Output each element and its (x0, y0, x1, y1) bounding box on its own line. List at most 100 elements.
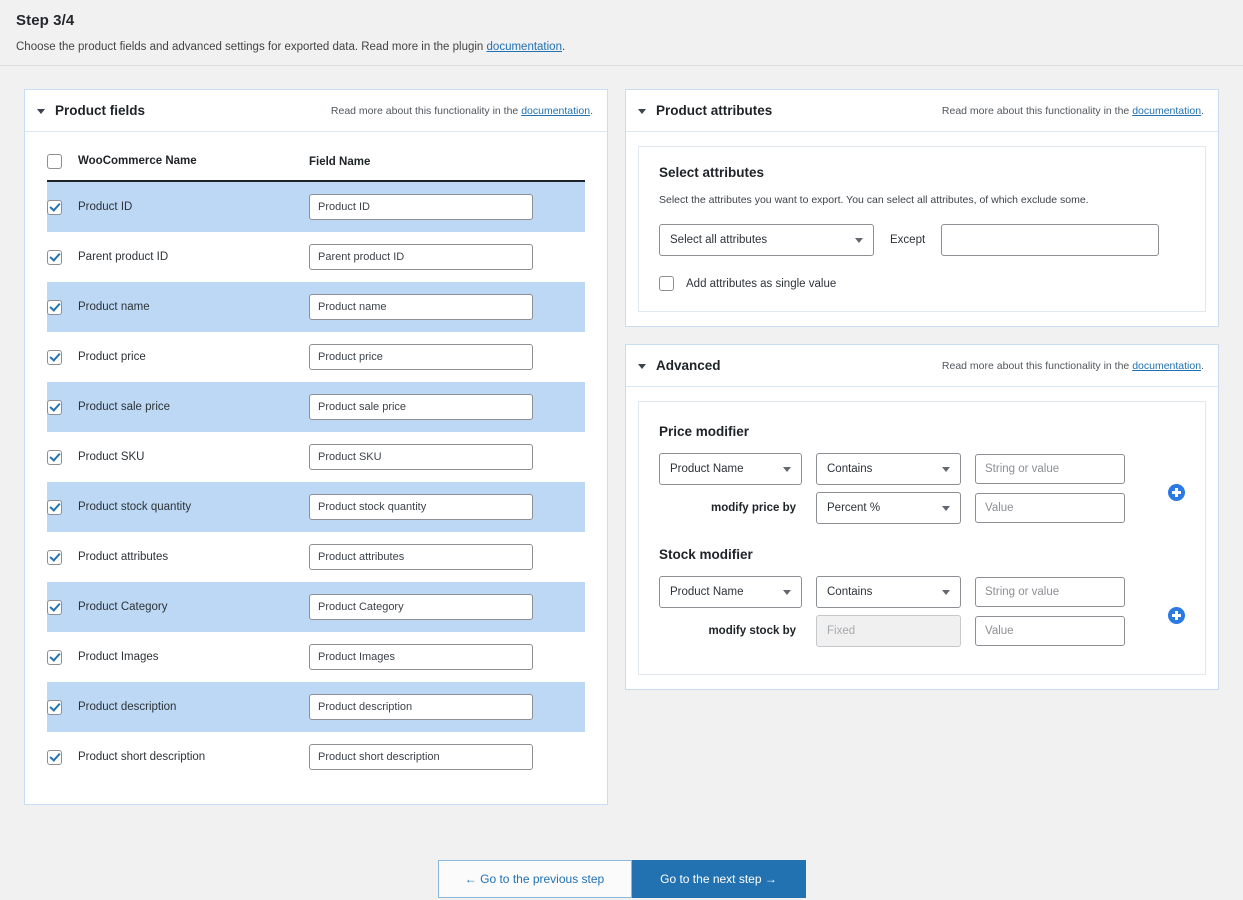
product-fields-body: WooCommerce Name Field Name Product ID Pa… (25, 132, 607, 804)
row-input-cell (309, 344, 585, 370)
chevron-down-icon (783, 466, 791, 472)
attributes-select[interactable]: Select all attributes (659, 224, 874, 256)
main-columns: Product fields Read more about this func… (0, 66, 1243, 822)
field-name-input[interactable] (309, 294, 533, 320)
documentation-link[interactable]: documentation (487, 41, 562, 53)
advanced-panel: Advanced Read more about this functional… (625, 344, 1219, 690)
field-name-input[interactable] (309, 644, 533, 670)
price-operator-select[interactable]: Contains (816, 453, 961, 485)
product-attributes-body: Select attributes Select the attributes … (626, 146, 1218, 312)
chevron-down-icon[interactable] (37, 109, 45, 114)
field-checkbox[interactable] (47, 749, 62, 765)
field-checkbox[interactable] (47, 349, 62, 365)
fields-row-list: Product ID Parent product ID Product name P… (47, 182, 585, 782)
product-attributes-panel-header[interactable]: Product attributes Read more about this … (626, 90, 1218, 132)
field-checkbox[interactable] (47, 699, 62, 715)
field-checkbox[interactable] (47, 599, 62, 615)
table-row: Product name (47, 282, 585, 332)
price-amount-input[interactable] (975, 493, 1125, 523)
single-value-label: Add attributes as single value (686, 277, 837, 290)
next-step-button[interactable]: Go to the next step → (631, 860, 806, 898)
note-prefix: Read more about this functionality in th… (330, 104, 522, 117)
field-name-input[interactable] (309, 544, 533, 570)
price-unit-select[interactable]: Percent % (816, 492, 961, 524)
chevron-down-icon (942, 589, 950, 595)
row-input-cell (309, 494, 585, 520)
chevron-down-icon[interactable] (638, 109, 646, 114)
product-fields-panel-header[interactable]: Product fields Read more about this func… (25, 90, 607, 132)
stock-amount-input[interactable] (975, 616, 1125, 646)
stock-unit-select-value: Fixed (827, 625, 856, 637)
add-attributes-single-value-checkbox[interactable] (659, 276, 674, 291)
price-field-select[interactable]: Product Name (659, 453, 802, 485)
price-operator-select-value: Contains (827, 463, 873, 475)
field-label: Product price (78, 351, 146, 363)
table-row: Product Images (47, 632, 585, 682)
field-checkbox[interactable] (47, 299, 62, 315)
chevron-down-icon (855, 237, 863, 243)
field-label: Product Images (78, 651, 159, 663)
chevron-down-icon (942, 466, 950, 472)
select-attributes-row: Select all attributes Except (659, 224, 1185, 256)
row-name-cell: Product price (47, 349, 309, 365)
product-attributes-header-left: Product attributes (638, 103, 772, 118)
row-input-cell (309, 644, 585, 670)
field-name-input[interactable] (309, 344, 533, 370)
table-row: Product ID (47, 182, 585, 232)
stock-field-select[interactable]: Product Name (659, 576, 802, 608)
table-row: Product description (47, 682, 585, 732)
previous-step-button[interactable]: ← Go to the previous step (437, 860, 632, 898)
select-all-checkbox[interactable] (47, 153, 62, 169)
row-name-cell: Product attributes (47, 549, 309, 565)
table-row: Parent product ID (47, 232, 585, 282)
stock-modifier-block: Product Name Contains modify s (659, 576, 1185, 654)
field-label: Product ID (78, 201, 133, 213)
documentation-link[interactable]: documentation (521, 105, 590, 117)
header-col-woocommerce: WooCommerce Name (47, 153, 309, 169)
documentation-link[interactable]: documentation (1132, 360, 1201, 372)
advanced-header-left: Advanced (638, 358, 721, 373)
field-checkbox[interactable] (47, 549, 62, 565)
field-checkbox[interactable] (47, 199, 62, 215)
advanced-panel-header[interactable]: Advanced Read more about this functional… (626, 345, 1218, 387)
field-name-input[interactable] (309, 694, 533, 720)
field-name-input[interactable] (309, 594, 533, 620)
step-description-text: Choose the product fields and advanced s… (16, 41, 487, 53)
advanced-note: Read more about this functionality in th… (942, 360, 1204, 372)
chevron-down-icon[interactable] (638, 364, 646, 369)
field-label: Product stock quantity (78, 501, 192, 513)
add-price-modifier-plus-circle-icon[interactable] (1168, 483, 1185, 501)
price-modifier-title: Price modifier (659, 424, 750, 439)
field-name-input[interactable] (309, 494, 533, 520)
stock-criteria-input[interactable] (975, 577, 1125, 607)
row-input-cell (309, 194, 585, 220)
field-label: Product sale price (78, 401, 171, 413)
step-description-suffix: . (561, 41, 566, 53)
stock-unit-select: Fixed (816, 615, 961, 647)
field-name-input[interactable] (309, 194, 533, 220)
stock-operator-select[interactable]: Contains (816, 576, 961, 608)
single-value-row[interactable]: Add attributes as single value (659, 276, 1185, 291)
select-attributes-description: Select the attributes you want to export… (659, 194, 1089, 206)
price-criteria-input[interactable] (975, 454, 1125, 484)
field-checkbox[interactable] (47, 249, 62, 265)
chevron-down-icon (783, 589, 791, 595)
chevron-down-icon (942, 505, 950, 511)
field-checkbox[interactable] (47, 449, 62, 465)
except-input[interactable] (941, 224, 1160, 256)
documentation-link[interactable]: documentation (1132, 105, 1201, 117)
field-checkbox[interactable] (47, 399, 62, 415)
field-name-input[interactable] (309, 744, 533, 770)
field-checkbox[interactable] (47, 499, 62, 515)
field-checkbox[interactable] (47, 649, 62, 665)
field-name-input[interactable] (309, 244, 533, 270)
field-name-input[interactable] (309, 444, 533, 470)
wizard-footer: ← Go to the previous step Go to the next… (0, 822, 1243, 898)
field-label: Parent product ID (78, 251, 169, 263)
row-input-cell (309, 244, 585, 270)
add-stock-modifier-plus-circle-icon[interactable] (1168, 606, 1185, 624)
left-column: Product fields Read more about this func… (24, 89, 608, 822)
table-row: Product short description (47, 732, 585, 782)
field-name-input[interactable] (309, 394, 533, 420)
note-suffix: . (1201, 359, 1204, 372)
